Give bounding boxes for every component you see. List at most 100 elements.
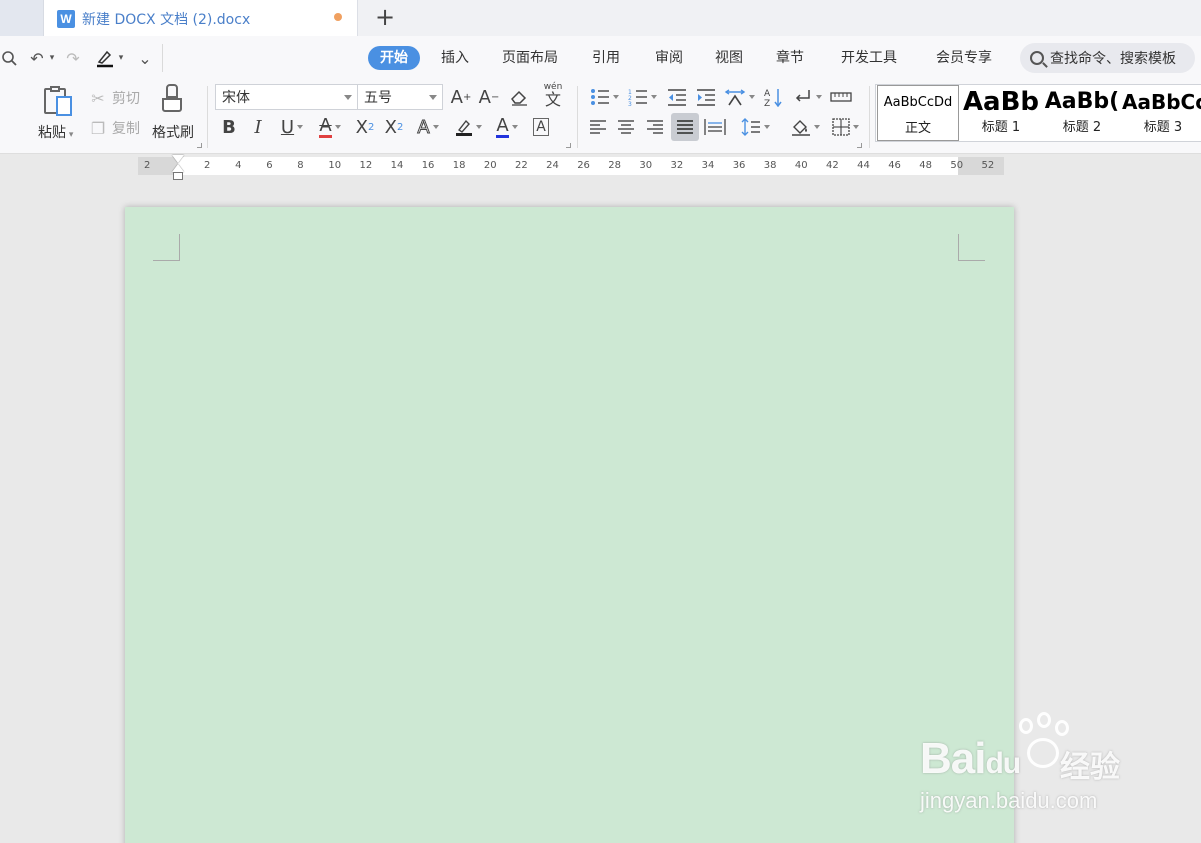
cut-button[interactable]: ✂ 剪切 — [88, 88, 140, 108]
tab-review[interactable]: 审阅 — [643, 46, 695, 70]
align-center-icon — [618, 120, 634, 134]
format-pen-icon[interactable] — [93, 46, 117, 70]
search-placeholder: 查找命令、搜索模板 — [1050, 51, 1176, 67]
increase-indent-button[interactable] — [694, 84, 718, 110]
outdent-icon — [668, 89, 686, 106]
justify-button[interactable] — [671, 113, 699, 141]
numbering-button[interactable]: 123 — [626, 84, 658, 110]
format-pen-dropdown-icon[interactable]: ▾ — [116, 46, 126, 70]
tab-view[interactable]: 视图 — [703, 46, 755, 70]
customize-toolbar-icon[interactable]: ⌄ — [137, 46, 153, 70]
ruler-tick-label: 34 — [701, 160, 715, 171]
ruler-tick-label: 48 — [919, 160, 933, 171]
tab-home[interactable]: 开始 — [368, 46, 420, 70]
distributed-align-icon — [704, 119, 726, 135]
group-divider — [869, 86, 870, 148]
paste-button[interactable]: 粘贴 ▾ — [38, 122, 73, 142]
tab-insert[interactable]: 插入 — [429, 46, 481, 70]
borders-button[interactable] — [828, 114, 862, 140]
clear-format-button[interactable] — [507, 84, 531, 110]
horizontal-ruler[interactable]: 2 2 4 6 8 10 12 14 16 18 20 22 24 26 28 30 32 34 36 38 40 42 4… — [138, 157, 1004, 175]
tab-developer-tools[interactable]: 开发工具 — [829, 46, 909, 70]
chinese-layout-button[interactable] — [722, 84, 756, 110]
group-divider — [577, 86, 578, 148]
underline-icon: U — [280, 116, 295, 138]
bullet-list-icon — [590, 89, 609, 105]
superscript-button[interactable]: X2 — [353, 114, 377, 140]
line-spacing-button[interactable] — [738, 114, 772, 140]
style-heading-1[interactable]: AaBb 标题 1 — [960, 85, 1042, 141]
command-search-box[interactable]: 查找命令、搜索模板 — [1020, 43, 1195, 73]
home-tab[interactable] — [0, 0, 44, 36]
new-tab-button[interactable]: + — [372, 3, 398, 31]
highlighter-icon — [455, 119, 472, 136]
style-heading-3-name: 标题 3 — [1143, 120, 1183, 135]
ruler-toggle-button[interactable] — [829, 84, 853, 110]
first-line-indent-marker[interactable] — [171, 155, 185, 181]
style-heading-3[interactable]: AaBbCc 标题 3 — [1122, 85, 1201, 141]
align-right-button[interactable] — [644, 114, 666, 140]
shading-button[interactable] — [788, 114, 822, 140]
distributed-align-button[interactable] — [703, 114, 727, 140]
tab-member-exclusive[interactable]: 会员专享 — [924, 46, 1004, 70]
clipboard-dialog-launcher[interactable] — [197, 143, 202, 148]
ruler-tick-label: 12 — [359, 160, 373, 171]
italic-button[interactable]: I — [247, 114, 269, 140]
highlight-color-button[interactable] — [451, 114, 485, 140]
style-heading-2[interactable]: AaBb( 标题 2 — [1041, 85, 1123, 141]
bold-button[interactable]: B — [218, 114, 240, 140]
style-normal[interactable]: AaBbCcDd 正文 — [877, 85, 959, 141]
format-painter-button[interactable]: 格式刷 — [152, 122, 194, 142]
font-size-select[interactable]: 五号 — [357, 84, 443, 110]
styles-gallery: AaBbCcDd 正文 AaBb 标题 1 AaBb( 标题 2 AaBbCc … — [875, 84, 1201, 142]
tab-references[interactable]: 引用 — [580, 46, 632, 70]
subscript-button[interactable]: X2 — [382, 114, 406, 140]
ruler-tick-label: 40 — [794, 160, 808, 171]
ruler-tick-label: 26 — [577, 160, 590, 171]
grow-font-button[interactable]: A + — [450, 84, 472, 110]
strikethrough-button[interactable]: A — [313, 114, 347, 140]
document-page[interactable] — [125, 207, 1014, 843]
document-tab[interactable]: W 新建 DOCX 文档 (2).docx — [44, 0, 358, 37]
font-color-button[interactable]: A — [490, 114, 524, 140]
ruler-tick-label: 6 — [266, 160, 273, 171]
text-effect-button[interactable]: A — [411, 114, 445, 140]
undo-dropdown-icon[interactable]: ▾ — [47, 46, 57, 70]
sort-button[interactable]: AZ — [761, 84, 785, 110]
font-family-select[interactable]: 宋体 — [215, 84, 358, 110]
bullets-button[interactable] — [588, 84, 620, 110]
align-center-button[interactable] — [615, 114, 637, 140]
decrease-indent-button[interactable] — [665, 84, 689, 110]
paste-icon[interactable] — [44, 86, 72, 116]
ruler-tick-label: 20 — [483, 160, 497, 171]
tab-page-layout[interactable]: 页面布局 — [490, 46, 570, 70]
ruler-icon — [830, 92, 852, 102]
style-heading-1-preview: AaBb — [962, 87, 1040, 117]
pinyin-guide-button[interactable]: wén 文 — [536, 82, 570, 108]
font-size-value: 五号 — [364, 90, 392, 106]
redo-button[interactable]: ↷ — [62, 46, 84, 70]
chinese-layout-icon — [724, 89, 745, 106]
font-dialog-launcher[interactable] — [566, 143, 571, 148]
copy-button[interactable]: ❐ 复制 — [88, 118, 140, 138]
paragraph-mark-button[interactable] — [790, 84, 824, 110]
paragraph-dialog-launcher[interactable] — [857, 143, 862, 148]
eraser-icon — [511, 90, 527, 106]
align-right-icon — [647, 120, 663, 134]
format-painter-icon[interactable] — [160, 84, 188, 118]
undo-button[interactable]: ↶ — [26, 46, 48, 70]
shrink-font-button[interactable]: A − — [478, 84, 500, 110]
watermark-brand: Baidu — [920, 734, 1021, 783]
justify-icon — [677, 120, 693, 134]
character-border-button[interactable]: A — [530, 114, 552, 140]
svg-text:A: A — [764, 89, 771, 99]
align-left-button[interactable] — [587, 114, 609, 140]
print-preview-icon[interactable] — [0, 46, 20, 70]
tab-chapter[interactable]: 章节 — [764, 46, 816, 70]
toolbar-divider — [162, 44, 163, 72]
character-border-icon: A — [533, 118, 549, 136]
underline-button[interactable]: U — [276, 114, 308, 140]
indent-icon — [697, 89, 715, 106]
font-family-value: 宋体 — [222, 90, 250, 106]
ruler-tick-label: 28 — [608, 160, 622, 171]
